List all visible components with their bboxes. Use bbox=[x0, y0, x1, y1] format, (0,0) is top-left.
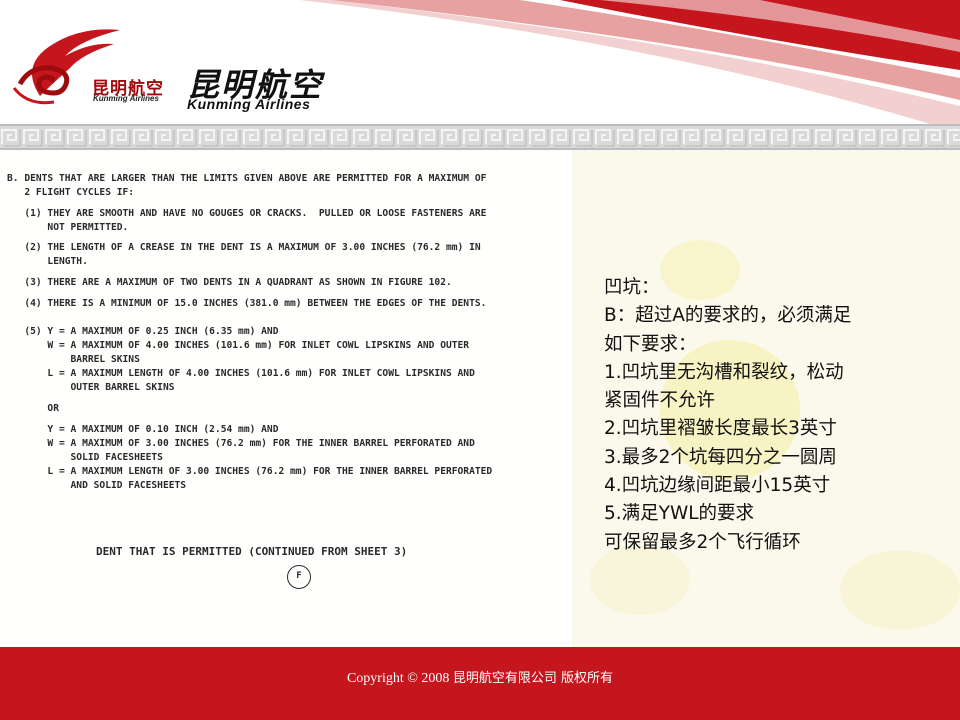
doc-line: L = A MAXIMUM LENGTH OF 4.00 INCHES (101… bbox=[7, 368, 475, 379]
doc-line: (5) Y = A MAXIMUM OF 0.25 INCH (6.35 mm)… bbox=[7, 326, 279, 337]
doc-line: AND SOLID FACESHEETS bbox=[7, 480, 187, 491]
doc-line: OUTER BARREL SKINS bbox=[7, 382, 175, 393]
doc-line: L = A MAXIMUM LENGTH OF 3.00 INCHES (76.… bbox=[7, 466, 493, 477]
fret-pattern bbox=[0, 126, 960, 148]
notes-line: 4.凹坑边缘间距最小15英寸 bbox=[604, 475, 831, 497]
notes-line: 如下要求： bbox=[604, 333, 697, 355]
notes-line: 1.凹坑里无沟槽和裂纹，松动 bbox=[604, 361, 844, 383]
header-swoosh-stripes bbox=[300, 0, 960, 124]
copyright-notice: Copyright © 2008 昆明航空有限公司 版权所有 bbox=[0, 667, 960, 687]
figure-caption: DENT THAT IS PERMITTED (CONTINUED FROM S… bbox=[96, 545, 408, 558]
logo-small-english: Kunming Airlines bbox=[93, 94, 159, 103]
notes-line: 3.最多2个坑每四分之一圆周 bbox=[604, 446, 837, 468]
doc-line: BARREL SKINS bbox=[7, 354, 140, 365]
doc-line: NOT PERMITTED. bbox=[7, 222, 129, 233]
notes-line: 5.满足YWL的要求 bbox=[604, 503, 755, 525]
doc-line: W = A MAXIMUM OF 3.00 INCHES (76.2 mm) F… bbox=[7, 438, 475, 449]
doc-line: W = A MAXIMUM OF 4.00 INCHES (101.6 mm) … bbox=[7, 340, 470, 351]
doc-line: (4) THERE IS A MINIMUM OF 15.0 INCHES (3… bbox=[7, 298, 487, 309]
notes-line: B：超过A的要求的，必须满足 bbox=[604, 305, 852, 327]
doc-line: Y = A MAXIMUM OF 0.10 INCH (2.54 mm) AND bbox=[7, 424, 279, 435]
decorative-pattern-band bbox=[0, 124, 960, 150]
logo-english-wordmark: Kunming Airlines bbox=[187, 96, 311, 112]
notes-line: 紧固件不允许 bbox=[604, 390, 716, 412]
notes-line: 2.凹坑里褶皱长度最长3英寸 bbox=[604, 418, 837, 440]
notes-line: 可保留最多2个飞行循环 bbox=[604, 531, 801, 553]
notes-line: 凹坑： bbox=[604, 277, 660, 298]
doc-line: (3) THERE ARE A MAXIMUM OF TWO DENTS IN … bbox=[7, 277, 452, 288]
figure-marker-f: F bbox=[287, 565, 311, 589]
doc-line: SOLID FACESHEETS bbox=[7, 452, 163, 463]
chinese-notes: 凹坑： B：超过A的要求的，必须满足 如下要求： 1.凹坑里无沟槽和裂纹，松动 … bbox=[604, 274, 934, 557]
doc-line: 2 FLIGHT CYCLES IF: bbox=[7, 187, 135, 198]
doc-line: OR bbox=[7, 403, 59, 414]
slide-body: B. DENTS THAT ARE LARGER THAN THE LIMITS… bbox=[0, 150, 960, 647]
doc-line: LENGTH. bbox=[7, 256, 88, 267]
maintenance-manual-excerpt: B. DENTS THAT ARE LARGER THAN THE LIMITS… bbox=[0, 150, 572, 647]
doc-line: B. DENTS THAT ARE LARGER THAN THE LIMITS… bbox=[7, 173, 487, 184]
copyright-company: 昆明航空有限公司 版权所有 bbox=[452, 671, 614, 686]
slide-header: 昆明航空 Kunming Airlines 昆明航空 Kunming Airli… bbox=[0, 0, 960, 124]
slide-footer: Copyright © 2008 昆明航空有限公司 版权所有 bbox=[0, 647, 960, 720]
doc-line: (2) THE LENGTH OF A CREASE IN THE DENT I… bbox=[7, 242, 481, 253]
copyright-text: Copyright © 2008 bbox=[346, 671, 450, 686]
doc-line: (1) THEY ARE SMOOTH AND HAVE NO GOUGES O… bbox=[7, 208, 487, 219]
